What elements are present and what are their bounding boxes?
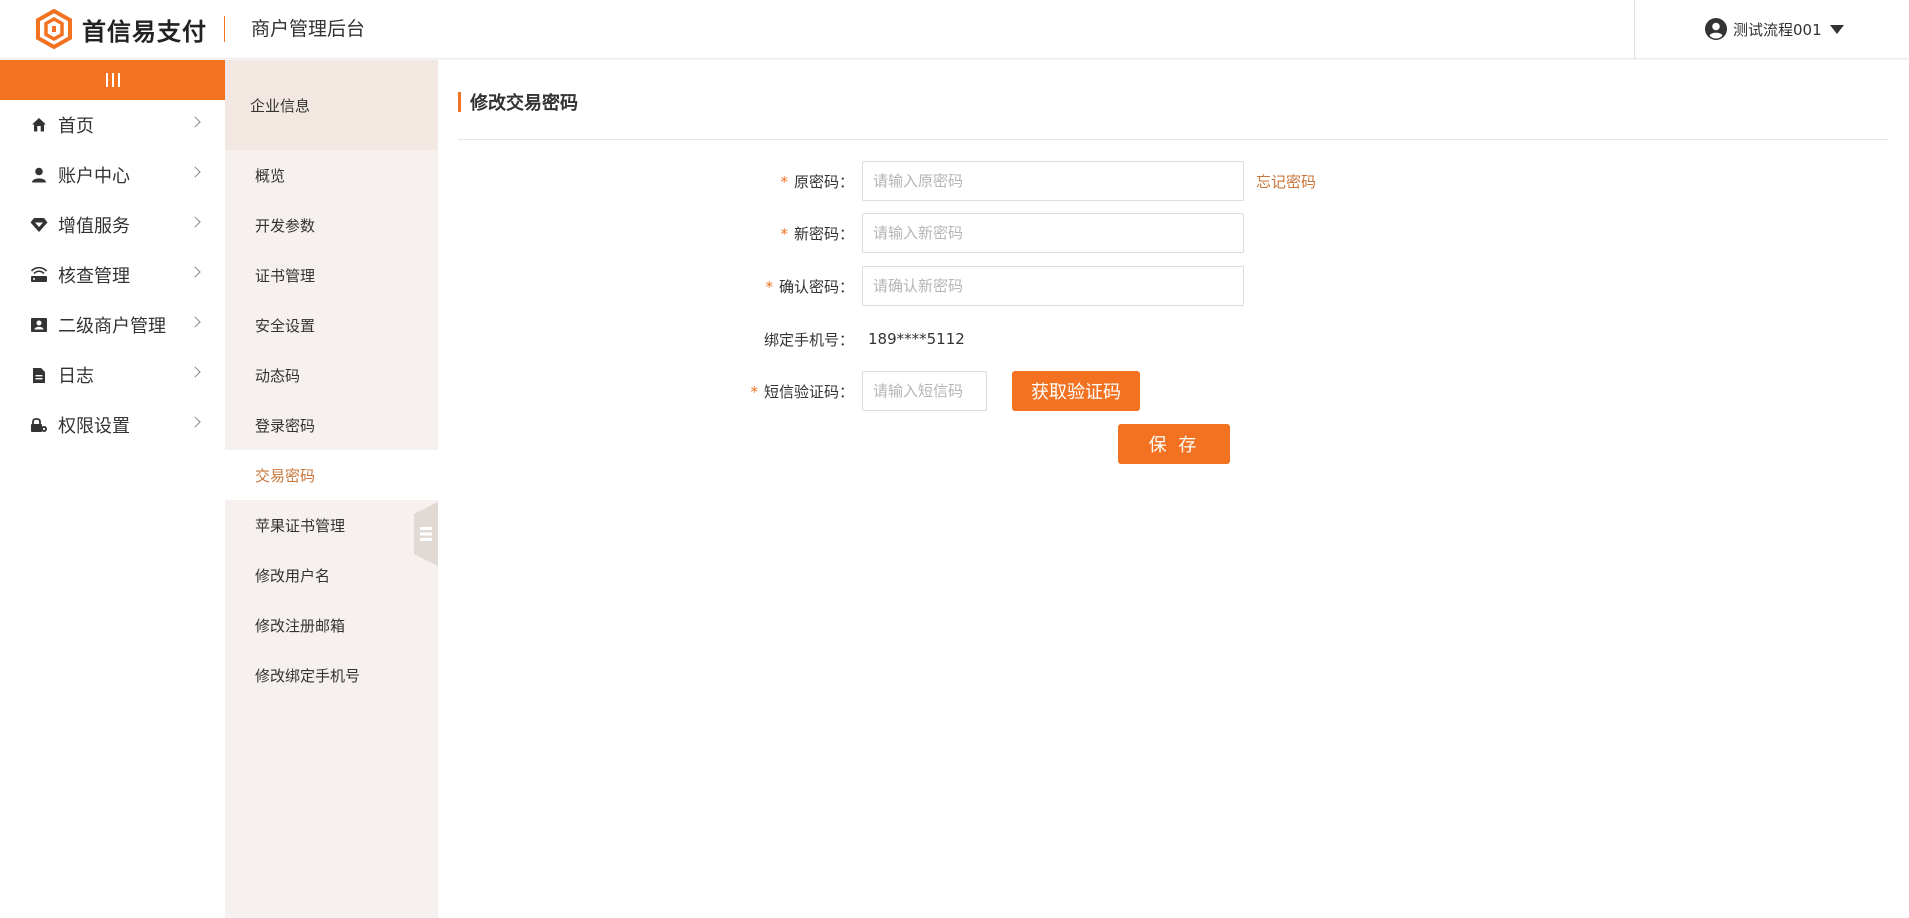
brand-logo-icon bbox=[36, 9, 72, 49]
chevron-right-icon bbox=[189, 316, 201, 328]
header-separator bbox=[1634, 0, 1635, 59]
sms-code-label: * 短信验证码： bbox=[750, 382, 854, 401]
menu-bars-icon bbox=[105, 73, 120, 87]
diamond-icon bbox=[30, 216, 48, 234]
main-content: 修改交易密码 * 原密码： 忘记密码 * 新密码： * 确认密码： 绑定手机号： 18… bbox=[438, 60, 1909, 918]
brand-name: 首信易支付 bbox=[82, 17, 207, 46]
new-password-input[interactable] bbox=[862, 213, 1244, 253]
header-subtitle: 商户管理后台 bbox=[251, 18, 366, 40]
sidebar-item-label: 日志 bbox=[58, 366, 94, 387]
subnav-item-change-email[interactable]: 修改注册邮箱 bbox=[225, 600, 438, 650]
chevron-right-icon bbox=[189, 366, 201, 378]
sidebar-item-label: 核查管理 bbox=[58, 266, 130, 287]
page-title: 修改交易密码 bbox=[458, 92, 578, 114]
brand-logo[interactable]: 首信易支付 bbox=[34, 8, 207, 50]
required-mark: * bbox=[780, 224, 788, 243]
sidebar-item-permissions[interactable]: 权限设置 bbox=[0, 400, 225, 450]
home-icon bbox=[30, 116, 48, 134]
chevron-right-icon bbox=[189, 216, 201, 228]
sidebar-item-account[interactable]: 账户中心 bbox=[0, 150, 225, 200]
sidebar-item-verification[interactable]: 核查管理 bbox=[0, 250, 225, 300]
user-avatar-icon bbox=[1705, 18, 1727, 40]
sidebar-item-label: 增值服务 bbox=[58, 216, 130, 237]
sidebar-item-label: 首页 bbox=[58, 116, 94, 137]
document-icon bbox=[30, 366, 48, 384]
user-name: 测试流程001 bbox=[1733, 20, 1822, 39]
main-sidebar: 首页 账户中心 增值服务 核查管理 二级商户管理 日志 权限设置 bbox=[0, 60, 225, 918]
confirm-password-input[interactable] bbox=[862, 266, 1244, 306]
top-header: 首信易支付 商户管理后台 测试流程001 bbox=[0, 0, 1909, 59]
required-mark: * bbox=[750, 382, 758, 401]
sidebar-item-value-added[interactable]: 增值服务 bbox=[0, 200, 225, 250]
bound-phone-value: 189****5112 bbox=[868, 330, 965, 348]
new-password-label: * 新密码： bbox=[780, 224, 854, 243]
old-password-row: * 原密码： 忘记密码 bbox=[242, 161, 1316, 201]
new-password-row: * 新密码： bbox=[242, 213, 1244, 253]
sidebar-item-label: 权限设置 bbox=[58, 416, 130, 437]
bound-phone-row: 绑定手机号： 189****5112 bbox=[242, 319, 965, 359]
sidebar-item-label: 二级商户管理 bbox=[58, 316, 166, 337]
sidebar-item-label: 账户中心 bbox=[58, 166, 130, 187]
lock-gear-icon bbox=[30, 416, 48, 434]
subnav-item-trade-password[interactable]: 交易密码 bbox=[225, 450, 438, 500]
subnav-item-apple-certificates[interactable]: 苹果证书管理 bbox=[225, 500, 438, 550]
page-title-text: 修改交易密码 bbox=[470, 93, 578, 114]
sidebar-item-log[interactable]: 日志 bbox=[0, 350, 225, 400]
forgot-password-link[interactable]: 忘记密码 bbox=[1256, 171, 1316, 192]
sidebar-item-home[interactable]: 首页 bbox=[0, 100, 225, 150]
collapse-panel-icon[interactable] bbox=[414, 502, 438, 566]
subnav-item-change-phone[interactable]: 修改绑定手机号 bbox=[225, 650, 438, 700]
required-mark: * bbox=[765, 277, 773, 296]
old-password-label: * 原密码： bbox=[780, 172, 854, 191]
title-accent-bar bbox=[458, 92, 461, 112]
chevron-right-icon bbox=[189, 266, 201, 278]
confirm-password-label: * 确认密码： bbox=[765, 277, 854, 296]
sms-code-input[interactable] bbox=[862, 371, 987, 411]
old-password-input[interactable] bbox=[862, 161, 1244, 201]
sms-code-row: *短信验证码： 获取验证码 bbox=[242, 371, 1140, 411]
router-icon bbox=[30, 266, 48, 284]
save-button[interactable]: 保 存 bbox=[1118, 424, 1230, 464]
bound-phone-label: 绑定手机号： bbox=[763, 330, 854, 349]
confirm-password-row: * 确认密码： bbox=[242, 266, 1244, 306]
subnav-item-change-username[interactable]: 修改用户名 bbox=[225, 550, 438, 600]
subnav-heading: 企业信息 bbox=[225, 60, 438, 150]
sidebar-toggle-button[interactable] bbox=[0, 60, 225, 100]
id-card-icon bbox=[30, 316, 48, 334]
required-mark: * bbox=[780, 172, 788, 191]
caret-down-icon bbox=[1829, 24, 1844, 34]
chevron-right-icon bbox=[189, 116, 201, 128]
user-icon bbox=[30, 166, 48, 184]
chevron-right-icon bbox=[189, 166, 201, 178]
sidebar-item-sub-merchant[interactable]: 二级商户管理 bbox=[0, 300, 225, 350]
title-divider bbox=[458, 139, 1888, 140]
header-divider bbox=[224, 16, 225, 42]
get-code-button[interactable]: 获取验证码 bbox=[1012, 371, 1140, 411]
user-menu[interactable]: 测试流程001 bbox=[1705, 16, 1844, 42]
chevron-right-icon bbox=[189, 416, 201, 428]
